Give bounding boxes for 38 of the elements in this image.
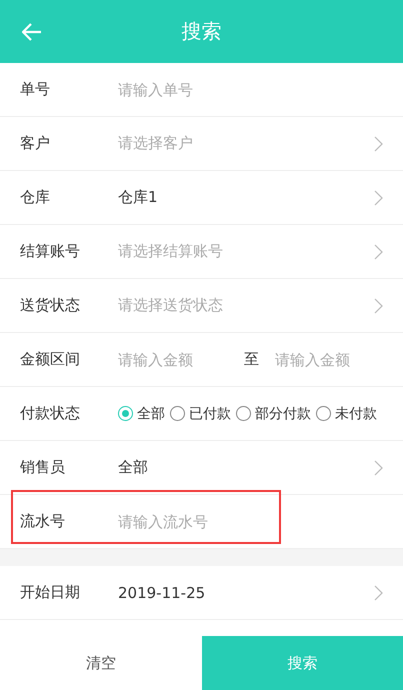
chevron-right-icon: [374, 298, 383, 314]
chevron-right-icon: [374, 136, 383, 152]
radio-label: 部分付款: [255, 404, 311, 422]
radio-icon[interactable]: [316, 406, 331, 421]
field-label: 仓库: [20, 188, 51, 207]
back-arrow-icon: [22, 23, 42, 41]
field-label: 流水号: [20, 512, 66, 531]
radio-option[interactable]: 全部: [118, 404, 165, 422]
radio-label: 已付款: [189, 404, 231, 422]
field-label: 金额区间: [20, 350, 81, 369]
radio-option[interactable]: 未付款: [316, 404, 377, 422]
chevron-right-icon: [374, 584, 383, 600]
text-input[interactable]: 请输入单号: [118, 80, 278, 98]
select-field[interactable]: 全部: [118, 441, 383, 494]
chevron-right-icon: [374, 190, 383, 206]
field-label: 单号: [20, 80, 51, 99]
field-label: 付款状态: [20, 404, 81, 423]
radio-icon[interactable]: [170, 406, 185, 421]
field-label: 销售员: [20, 458, 66, 477]
field-label: 送货状态: [20, 296, 81, 315]
field-label: 结算账号: [20, 242, 81, 261]
select-field[interactable]: 仓库1: [118, 171, 383, 224]
range-separator: 至: [244, 350, 259, 369]
radio-label: 全部: [137, 404, 165, 422]
amount-input[interactable]: 请输入金额: [118, 350, 244, 368]
radio-label: 未付款: [335, 404, 377, 422]
page-title: 搜索: [182, 18, 222, 45]
field-label: 开始日期: [20, 583, 81, 602]
chevron-right-icon: [374, 244, 383, 260]
select-field[interactable]: 2019-11-25: [118, 566, 383, 619]
text-input[interactable]: 请输入流水号: [118, 512, 278, 530]
chevron-right-icon: [374, 460, 383, 476]
field-label: 客户: [20, 134, 51, 153]
amount-input[interactable]: 请输入金额: [275, 350, 401, 368]
radio-icon[interactable]: [236, 406, 251, 421]
radio-icon[interactable]: [118, 406, 133, 421]
radio-option[interactable]: 已付款: [170, 404, 231, 422]
radio-option[interactable]: 部分付款: [236, 404, 311, 422]
